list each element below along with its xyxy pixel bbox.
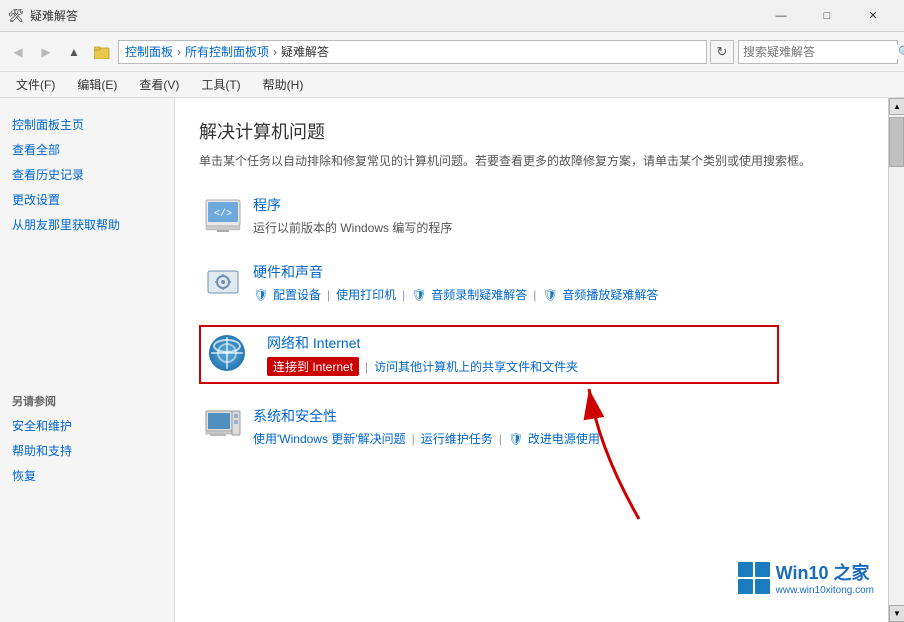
hardware-link-printer[interactable]: 使用打印机 [336,286,396,303]
hardware-link-audio-play[interactable]: 音频播放疑难解答 [562,286,658,303]
menubar: 文件(F) 编辑(E) 查看(V) 工具(T) 帮助(H) [0,72,904,98]
page-title: 解决计算机问题 [199,118,864,144]
search-input[interactable] [743,45,898,59]
breadcrumb-item-current: 疑难解答 [281,43,329,60]
forward-button[interactable]: ▶ [34,40,58,64]
shield-icon-3: 🛡 [542,287,558,303]
titlebar-title: 疑难解答 [30,7,758,24]
system-links: 使用'Windows 更新'解决问题 | 运行维护任务 | 🛡 改进电源使用 [253,430,600,447]
highlight-box-network: 网络和 Internet 连接到 Internet | 访问其他计算机上的共享文… [199,325,779,384]
breadcrumb-sep-1: › [177,45,181,59]
scrollbar-thumb[interactable] [889,117,904,167]
hardware-links: 🛡 配置设备 | 使用打印机 | 🛡 音频录制疑难解答 | 🛡 音频播放疑难解答 [253,286,658,303]
maximize-button[interactable]: □ [804,0,850,32]
sidebar-link-restore[interactable]: 恢复 [0,463,174,488]
shield-icon-1: 🛡 [253,287,269,303]
category-system: 系统和安全性 使用'Windows 更新'解决问题 | 运行维护任务 | 🛡 改… [199,402,864,451]
folder-icon [90,40,114,64]
breadcrumb-item-controlpanel[interactable]: 控制面板 [125,43,173,60]
system-title[interactable]: 系统和安全性 [253,406,600,426]
breadcrumb-sep-2: › [273,45,277,59]
titlebar-icon: 🛠 [8,8,24,24]
system-icon [203,406,243,446]
programs-icon: </> [203,195,243,235]
menu-tools[interactable]: 工具(T) [191,73,250,96]
sidebar-link-settings[interactable]: 更改设置 [0,187,174,212]
menu-file[interactable]: 文件(F) [6,73,65,96]
category-programs: </> 程序 运行以前版本的 Windows 编写的程序 [199,191,864,240]
addressbar: ◀ ▶ ▲ 控制面板 › 所有控制面板项 › 疑难解答 ↻ 🔍 [0,32,904,72]
network-title[interactable]: 网络和 Internet [267,333,578,353]
hardware-link-audio-rec[interactable]: 音频录制疑难解答 [431,286,527,303]
minimize-button[interactable]: — [758,0,804,32]
search-icon[interactable]: 🔍 [898,45,904,59]
network-links: 连接到 Internet | 访问其他计算机上的共享文件和文件夹 [267,357,578,376]
network-link-share[interactable]: 访问其他计算机上的共享文件和文件夹 [374,358,578,375]
content-area: 解决计算机问题 单击某个任务以自动排除和修复常见的计算机问题。若要查看更多的故障… [175,98,888,622]
close-button[interactable]: ✕ [850,0,896,32]
network-icon [207,333,247,373]
win-logo-q3 [738,579,753,594]
sidebar-also-title: 另请参阅 [0,387,174,413]
system-link-update[interactable]: 使用'Windows 更新'解决问题 [253,430,406,447]
scrollbar-down-button[interactable]: ▼ [889,605,904,622]
hardware-title[interactable]: 硬件和声音 [253,262,658,282]
breadcrumb-item-allpanels[interactable]: 所有控制面板项 [185,43,269,60]
sidebar-also-section: 另请参阅 安全和维护 帮助和支持 恢复 [0,387,174,488]
shield-icon-4: 🛡 [508,431,524,447]
win-logo-q2 [755,562,770,577]
watermark-text-block: Win10 之家 www.win10xitong.com [776,559,874,596]
main-container: 控制面板主页 查看全部 查看历史记录 更改设置 从朋友那里获取帮助 另请参阅 安… [0,98,904,622]
shield-icon-2: 🛡 [411,287,427,303]
sidebar-link-history[interactable]: 查看历史记录 [0,162,174,187]
watermark: Win10 之家 www.win10xitong.com [728,553,884,602]
network-link-connect[interactable]: 连接到 Internet [267,357,359,376]
system-link-maintenance[interactable]: 运行维护任务 [421,430,493,447]
hardware-link-device[interactable]: 配置设备 [273,286,321,303]
back-button[interactable]: ◀ [6,40,30,64]
watermark-brand: Win10 之家 [776,559,874,585]
watermark-url: www.win10xitong.com [776,585,874,596]
sidebar-link-view-all[interactable]: 查看全部 [0,137,174,162]
refresh-button[interactable]: ↻ [710,40,734,64]
win-logo-q4 [755,579,770,594]
scrollbar-up-button[interactable]: ▲ [889,98,904,115]
system-content: 系统和安全性 使用'Windows 更新'解决问题 | 运行维护任务 | 🛡 改… [253,406,600,447]
programs-links: 运行以前版本的 Windows 编写的程序 [253,219,452,236]
win-logo-q1 [738,562,753,577]
svg-text:</>: </> [214,208,232,220]
programs-content: 程序 运行以前版本的 Windows 编写的程序 [253,195,452,236]
network-content: 网络和 Internet 连接到 Internet | 访问其他计算机上的共享文… [267,333,578,376]
titlebar: 🛠 疑难解答 — □ ✕ [0,0,904,32]
search-bar: 🔍 [738,40,898,64]
sidebar-link-friend-help[interactable]: 从朋友那里获取帮助 [0,212,174,237]
sidebar-link-security[interactable]: 安全和维护 [0,413,174,438]
system-link-power[interactable]: 改进电源使用 [528,430,600,447]
menu-edit[interactable]: 编辑(E) [67,73,127,96]
hardware-content: 硬件和声音 🛡 配置设备 | 使用打印机 | 🛡 音频录制疑难解答 | 🛡 音频… [253,262,658,303]
titlebar-controls: — □ ✕ [758,0,896,32]
vertical-scrollbar[interactable]: ▲ ▼ [888,98,904,622]
breadcrumb: 控制面板 › 所有控制面板项 › 疑难解答 [118,40,707,64]
page-description: 单击某个任务以自动排除和修复常见的计算机问题。若要查看更多的故障修复方案，请单击… [199,152,864,171]
hardware-icon [203,262,243,302]
category-hardware: 硬件和声音 🛡 配置设备 | 使用打印机 | 🛡 音频录制疑难解答 | 🛡 音频… [199,258,864,307]
programs-subtitle: 运行以前版本的 Windows 编写的程序 [253,219,452,236]
sidebar: 控制面板主页 查看全部 查看历史记录 更改设置 从朋友那里获取帮助 另请参阅 安… [0,98,175,622]
menu-view[interactable]: 查看(V) [129,73,189,96]
sidebar-link-help-support[interactable]: 帮助和支持 [0,438,174,463]
sidebar-nav-section: 控制面板主页 查看全部 查看历史记录 更改设置 从朋友那里获取帮助 [0,108,174,247]
sidebar-link-home[interactable]: 控制面板主页 [0,112,174,137]
programs-title[interactable]: 程序 [253,195,452,215]
menu-help[interactable]: 帮助(H) [253,73,314,96]
up-button[interactable]: ▲ [62,40,86,64]
windows-logo [738,562,770,594]
